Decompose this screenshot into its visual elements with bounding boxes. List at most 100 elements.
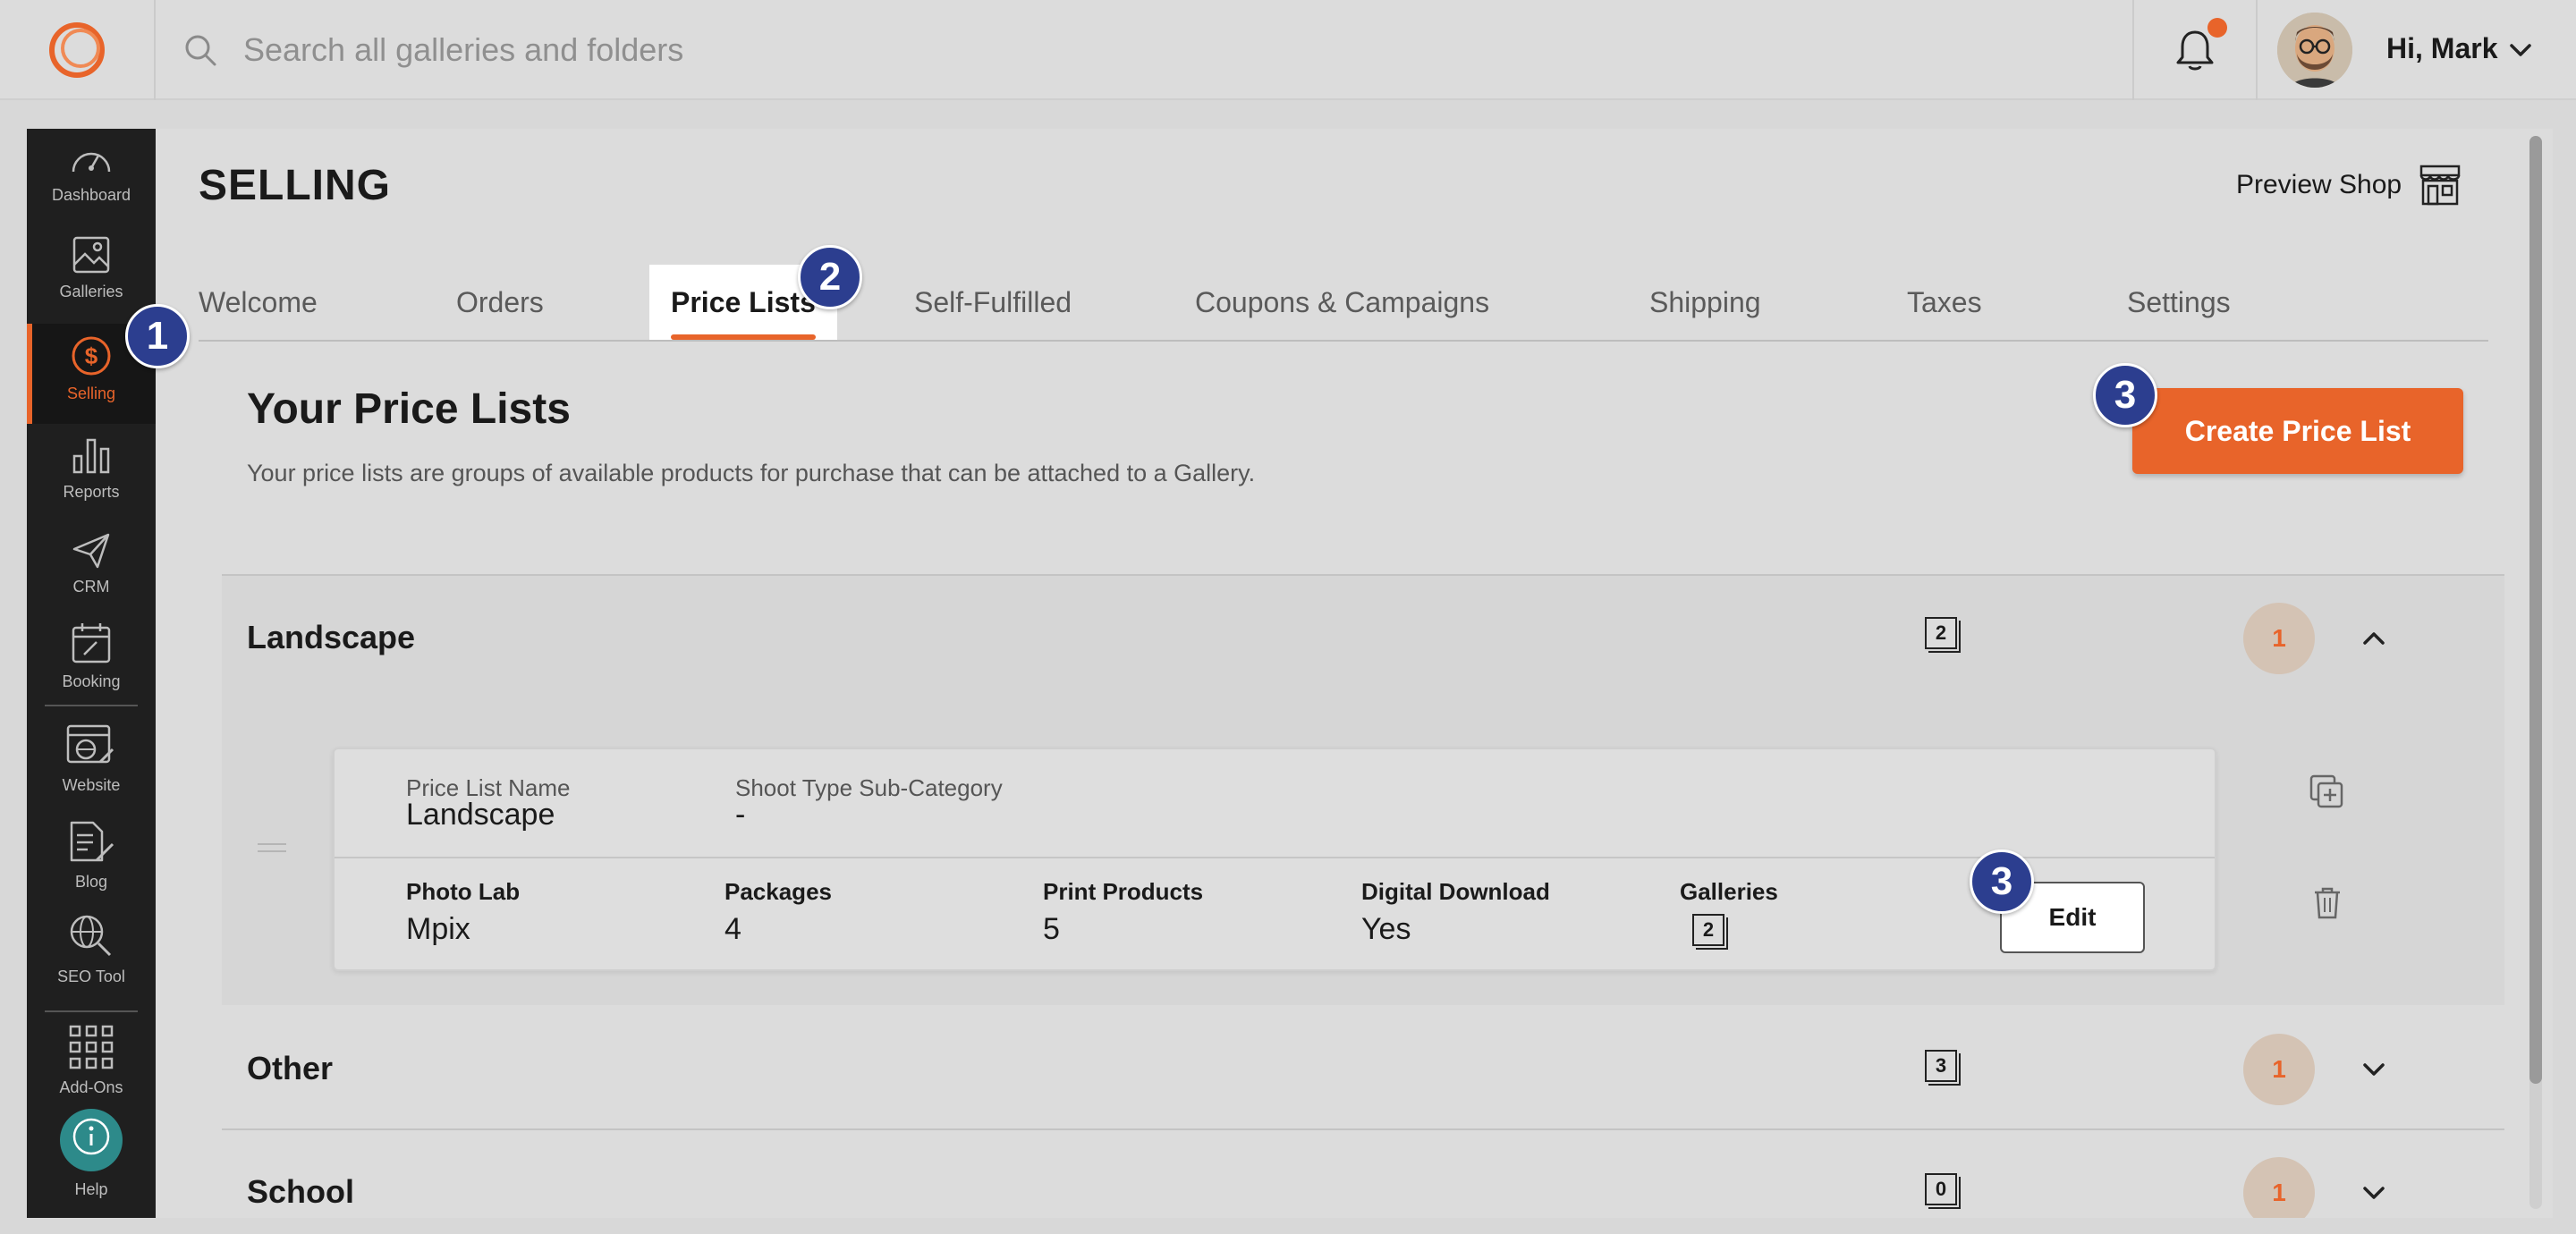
sidebar-divider bbox=[45, 705, 138, 706]
search-icon bbox=[185, 35, 216, 66]
tab-orders[interactable]: Orders bbox=[456, 265, 544, 340]
sidebar-item-crm[interactable]: CRM bbox=[27, 519, 156, 613]
sidebar-item-blog[interactable]: Blog bbox=[27, 819, 156, 919]
booking-icon bbox=[72, 623, 111, 663]
gallery-count-value: 0 bbox=[1925, 1173, 1957, 1205]
card-header: Price List Name Landscape Shoot Type Sub… bbox=[335, 749, 2215, 858]
preview-shop-label: Preview Shop bbox=[2236, 170, 2402, 199]
price-list-name-value: Landscape bbox=[406, 798, 555, 832]
sidebar-item-label: Website bbox=[62, 776, 121, 794]
sidebar-item-help[interactable]: Help bbox=[27, 1109, 156, 1218]
gallery-count: 3 bbox=[1925, 1050, 1961, 1086]
chevron-down-icon[interactable] bbox=[2506, 36, 2535, 64]
sidebar-item-label: Selling bbox=[66, 385, 116, 402]
count-pill: 1 bbox=[2243, 1157, 2315, 1218]
sidebar-divider bbox=[45, 1010, 138, 1012]
packages-value: 4 bbox=[724, 912, 741, 946]
help-button[interactable] bbox=[60, 1109, 123, 1171]
tab-welcome[interactable]: Welcome bbox=[199, 265, 318, 340]
chevron-down-icon[interactable] bbox=[2360, 1055, 2388, 1084]
subcategory-value: - bbox=[735, 798, 746, 832]
avatar-icon bbox=[2277, 13, 2352, 88]
price-list-accordion: Landscape 2 1 Price List Name Landscape … bbox=[222, 574, 2504, 1218]
photo-lab-label: Photo Lab bbox=[406, 878, 521, 905]
step-badge: 3 bbox=[1970, 849, 2034, 914]
dashboard-icon bbox=[72, 152, 111, 173]
tab-settings[interactable]: Settings bbox=[2127, 265, 2231, 340]
sidebar-item-label: Add-Ons bbox=[59, 1078, 123, 1096]
digital-download-label: Digital Download bbox=[1361, 878, 1550, 905]
packages-label: Packages bbox=[724, 878, 832, 905]
sidebar: Dashboard Galleries $ Selling Reports CR… bbox=[27, 129, 156, 1218]
drag-handle-icon[interactable] bbox=[258, 841, 286, 855]
sidebar-item-label: SEO Tool bbox=[57, 968, 125, 985]
photo-lab-value: Mpix bbox=[406, 912, 470, 946]
galleries-label: Galleries bbox=[1680, 878, 1778, 905]
help-icon bbox=[72, 1118, 110, 1155]
price-list-title[interactable]: Landscape bbox=[247, 619, 415, 656]
crm-icon bbox=[72, 533, 110, 569]
sidebar-item-label: CRM bbox=[72, 578, 110, 596]
price-list-row: School 0 1 bbox=[222, 1130, 2504, 1218]
user-greeting[interactable]: Hi, Mark bbox=[2386, 32, 2497, 65]
price-list-row: Landscape 2 1 Price List Name Landscape … bbox=[222, 576, 2504, 1005]
sidebar-item-label: Dashboard bbox=[51, 186, 131, 204]
sidebar-item-reports[interactable]: Reports bbox=[27, 424, 156, 519]
addons-icon bbox=[69, 1025, 114, 1069]
section-description: Your price lists are groups of available… bbox=[247, 460, 1256, 486]
section-title: Your Price Lists bbox=[247, 385, 571, 433]
card-gallery-count-value: 2 bbox=[1692, 914, 1724, 946]
page-scrollbar-thumb[interactable] bbox=[2529, 136, 2542, 1084]
logo-icon bbox=[49, 22, 105, 78]
digital-download-value: Yes bbox=[1361, 912, 1411, 946]
trash-icon[interactable] bbox=[2308, 883, 2347, 923]
selling-icon: $ bbox=[72, 336, 111, 376]
card-gallery-count: 2 bbox=[1692, 914, 1728, 950]
step-badge: 3 bbox=[2093, 363, 2157, 427]
sidebar-item-booking[interactable]: Booking bbox=[27, 612, 156, 712]
duplicate-icon[interactable] bbox=[2308, 773, 2347, 812]
print-products-value: 5 bbox=[1043, 912, 1060, 946]
sidebar-item-website[interactable]: Website bbox=[27, 723, 156, 823]
storefront-icon bbox=[2419, 165, 2461, 206]
price-list-card: Price List Name Landscape Shoot Type Sub… bbox=[333, 748, 2216, 971]
notifications-button[interactable] bbox=[2132, 0, 2258, 100]
chevron-down-icon[interactable] bbox=[2360, 1179, 2388, 1207]
gallery-count-value: 3 bbox=[1925, 1050, 1957, 1082]
page-title: SELLING bbox=[199, 162, 392, 209]
main-panel: SELLING Preview Shop Welcome Orders Pric… bbox=[156, 129, 2553, 1218]
tab-self-fulfilled[interactable]: Self-Fulfilled bbox=[914, 265, 1072, 340]
svg-text:$: $ bbox=[85, 342, 98, 369]
page-scrollbar[interactable] bbox=[2529, 136, 2542, 1209]
chevron-up-icon[interactable] bbox=[2360, 624, 2388, 653]
sidebar-item-seo-tool[interactable]: SEO Tool bbox=[27, 912, 156, 1012]
avatar[interactable] bbox=[2277, 13, 2352, 88]
price-list-title[interactable]: School bbox=[247, 1173, 354, 1211]
tab-bar: Welcome Orders Price Lists Self-Fulfille… bbox=[199, 265, 2488, 342]
count-pill: 1 bbox=[2243, 603, 2315, 674]
search-input[interactable] bbox=[243, 25, 1406, 75]
top-bar: Hi, Mark bbox=[0, 0, 2576, 100]
tab-coupons-campaigns[interactable]: Coupons & Campaigns bbox=[1195, 265, 1489, 340]
step-badge: 2 bbox=[798, 245, 862, 309]
price-list-title[interactable]: Other bbox=[247, 1050, 333, 1087]
app-logo[interactable] bbox=[0, 0, 156, 100]
website-icon bbox=[66, 724, 114, 764]
blog-icon bbox=[70, 821, 114, 862]
sidebar-item-label: Booking bbox=[62, 672, 121, 690]
sidebar-item-label: Help bbox=[74, 1180, 108, 1198]
notification-dot bbox=[2207, 18, 2227, 38]
tab-shipping[interactable]: Shipping bbox=[1649, 265, 1761, 340]
reports-icon bbox=[72, 438, 110, 474]
create-price-list-button[interactable]: Create Price List bbox=[2132, 388, 2463, 474]
count-pill: 1 bbox=[2243, 1034, 2315, 1105]
price-list-row: Other 3 1 bbox=[222, 1005, 2504, 1128]
preview-shop-link[interactable]: Preview Shop bbox=[2236, 163, 2462, 207]
gallery-count: 0 bbox=[1925, 1173, 1961, 1209]
sidebar-item-label: Reports bbox=[63, 483, 120, 501]
sidebar-item-label: Blog bbox=[74, 873, 108, 891]
tab-taxes[interactable]: Taxes bbox=[1907, 265, 1982, 340]
sidebar-item-label: Galleries bbox=[59, 283, 123, 300]
sidebar-item-dashboard[interactable]: Dashboard bbox=[27, 139, 156, 229]
gallery-count-value: 2 bbox=[1925, 617, 1957, 649]
